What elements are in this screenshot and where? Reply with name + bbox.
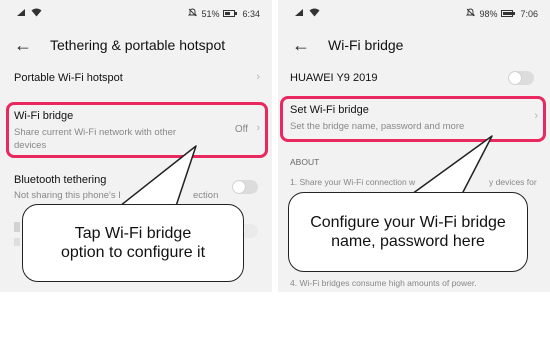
about-item-1-end: y devices for bbox=[489, 177, 537, 187]
clock: 7:06 bbox=[520, 8, 538, 19]
row-subtitle-start: Not sharing this phone's I bbox=[14, 190, 121, 201]
about-item-4: 4. Wi-Fi bridges consume high amounts of… bbox=[290, 278, 477, 288]
page-title: Tethering & portable hotspot bbox=[50, 37, 226, 53]
row-subtitle: Not sharing this phone's I bbox=[14, 189, 121, 202]
list-item-bluetooth-tethering[interactable]: Bluetooth tethering Not sharing this pho… bbox=[0, 170, 272, 206]
about-item-1-start: 1. Share your Wi-Fi connection w bbox=[290, 177, 416, 187]
set-wifi-bridge-highlight bbox=[280, 96, 546, 142]
app-bar: ← Tethering & portable hotspot bbox=[0, 26, 272, 64]
mute-icon bbox=[466, 8, 476, 19]
page-title: Wi-Fi bridge bbox=[328, 37, 404, 53]
battery-icon bbox=[501, 10, 516, 17]
partial-text bbox=[14, 222, 20, 232]
row-title: Portable Wi-Fi hotspot bbox=[14, 72, 123, 84]
callout-line: name, password here bbox=[331, 233, 485, 250]
wifi-bridge-highlight bbox=[6, 102, 268, 158]
wifi-bridge-toggle[interactable] bbox=[508, 71, 534, 85]
battery-percent: 51% bbox=[201, 8, 220, 19]
left-callout-text: Tap Wi-Fi bridge option to configure it bbox=[61, 224, 205, 262]
list-item-device-name: HUAWEI Y9 2019 bbox=[278, 64, 550, 94]
right-callout-text: Configure your Wi-Fi bridge name, passwo… bbox=[310, 213, 506, 251]
left-callout-bubble: Tap Wi-Fi bridge option to configure it bbox=[22, 204, 244, 282]
clock: 6:34 bbox=[242, 8, 260, 19]
battery-icon bbox=[223, 10, 238, 17]
list-item-portable-hotspot[interactable]: Portable Wi-Fi hotspot › bbox=[0, 64, 272, 94]
back-arrow-icon[interactable]: ← bbox=[292, 35, 314, 56]
about-section-label: ABOUT bbox=[290, 157, 320, 167]
callout-line: Tap Wi-Fi bridge bbox=[74, 225, 192, 242]
row-title: Bluetooth tethering bbox=[14, 174, 107, 186]
signal-icon bbox=[294, 8, 304, 19]
row-subtitle-tail: ection bbox=[193, 190, 219, 201]
status-bar: 51% 6:34 bbox=[0, 0, 272, 26]
bluetooth-tethering-toggle[interactable] bbox=[232, 180, 258, 194]
battery-percent: 98% bbox=[479, 8, 498, 19]
back-arrow-icon[interactable]: ← bbox=[14, 35, 36, 56]
mute-icon bbox=[188, 8, 198, 19]
status-bar: 98% 7:06 bbox=[278, 0, 550, 26]
wifi-icon bbox=[309, 8, 320, 19]
signal-icon bbox=[16, 8, 26, 19]
callout-line: Configure your Wi-Fi bridge bbox=[310, 214, 506, 231]
partial-text bbox=[14, 238, 20, 246]
app-bar: ← Wi-Fi bridge bbox=[278, 26, 550, 64]
wifi-icon bbox=[31, 8, 42, 19]
chevron-right-icon: › bbox=[256, 71, 260, 83]
callout-line: option to configure it bbox=[60, 244, 206, 261]
device-name: HUAWEI Y9 2019 bbox=[290, 72, 378, 84]
right-callout-bubble: Configure your Wi-Fi bridge name, passwo… bbox=[288, 192, 528, 272]
